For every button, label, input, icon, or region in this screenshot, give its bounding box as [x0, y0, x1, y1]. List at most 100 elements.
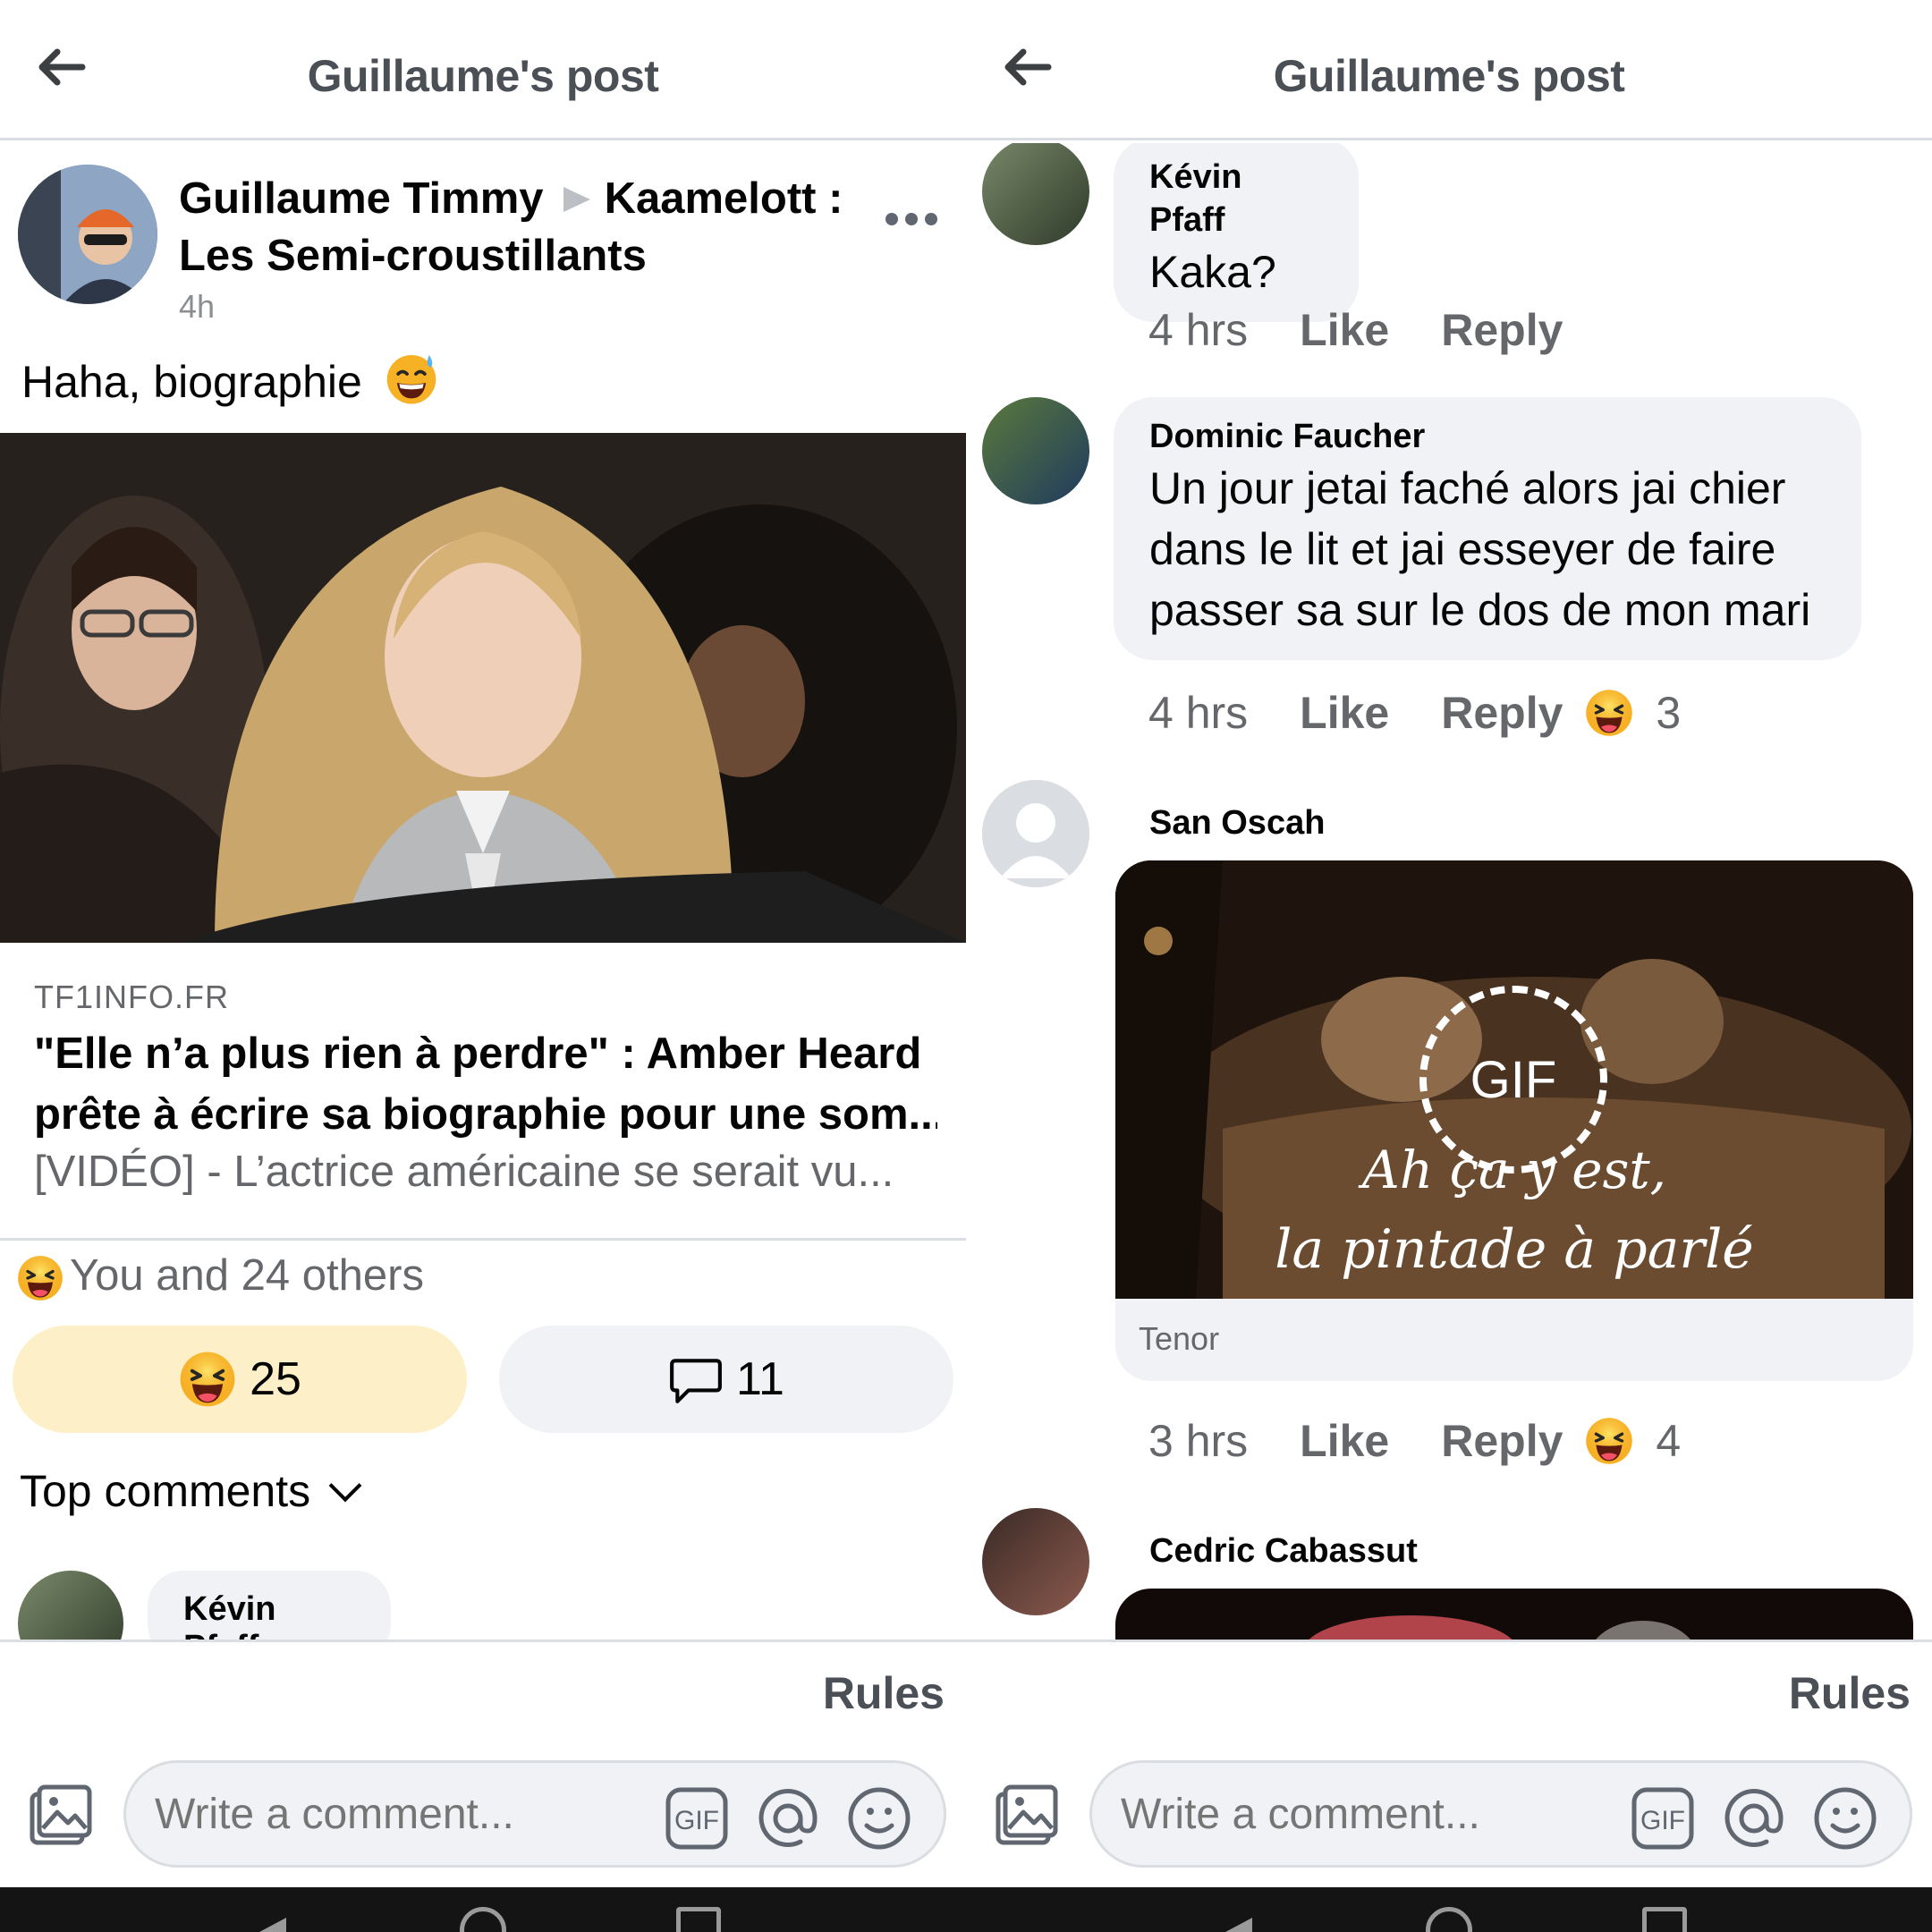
link-title-line-2[interactable]: prête à écrire sa biographie pour une so… [34, 1084, 937, 1145]
link-description[interactable]: [VIDÉO] - L’actrice américaine se serait… [34, 1147, 937, 1197]
mention-icon[interactable] [1720, 1784, 1788, 1852]
comment-reactions[interactable]: 4 [1584, 1415, 1681, 1467]
emoji-icon[interactable] [1811, 1784, 1879, 1852]
gif-source[interactable]: Tenor [1115, 1299, 1913, 1381]
post-text: Haha, biographie [21, 351, 445, 408]
commenter-name[interactable]: Cedric Cabassut [1149, 1530, 1418, 1572]
recents-nav-icon[interactable] [1642, 1907, 1687, 1932]
gif-image[interactable]: GIF Ah ça y est, la pintade à parlé [1115, 860, 1913, 1299]
photo-icon[interactable] [991, 1782, 1059, 1850]
reply-button[interactable]: Reply [1441, 1415, 1563, 1467]
like-button[interactable]: Like [1300, 304, 1389, 356]
link-domain[interactable]: TF1INFO.FR [34, 979, 229, 1016]
comments-scroll-area[interactable]: Kévin Pfaff Kaka? 4 hrs Like Reply Domin… [966, 143, 1932, 1640]
divider [0, 1238, 966, 1241]
author-name[interactable]: Guillaume Timmy [179, 174, 544, 223]
page-title: Guillaume's post [1273, 51, 1625, 101]
gif-caption: la pintade à parlé [1275, 1218, 1754, 1281]
comment-composer: Rules GIF [966, 1640, 1932, 1887]
home-nav-icon[interactable] [460, 1907, 506, 1932]
reaction-count: 25 [250, 1353, 301, 1405]
left-post-screen: Guillaume's post Guillaume Timmy Kaamelot… [0, 0, 966, 1887]
comment-time[interactable]: 4 hrs [1148, 304, 1248, 356]
like-button[interactable]: Like [1300, 1415, 1389, 1467]
reaction-button[interactable]: 25 [13, 1326, 467, 1433]
gif-icon[interactable]: GIF [663, 1784, 731, 1852]
rules-link[interactable]: Rules [823, 1667, 945, 1719]
top-comments-dropdown[interactable]: Top comments [20, 1465, 362, 1517]
gif-attachment[interactable] [1115, 1589, 1913, 1640]
commenter-name[interactable]: San Oscah [1149, 801, 1325, 844]
comment-bubble-icon [670, 1359, 722, 1403]
mention-icon[interactable] [754, 1784, 822, 1852]
gif-caption: Ah ça y est, [1361, 1140, 1667, 1200]
comment-reactions[interactable]: 3 [1584, 687, 1681, 739]
comment-input[interactable] [155, 1790, 602, 1839]
post-header-bar: Guillaume's post [966, 0, 1932, 140]
laugh-emoji-icon [1584, 1416, 1634, 1466]
post-timestamp[interactable]: 4h [179, 288, 215, 326]
comment-actions: 4 hrs Like Reply 3 [1148, 687, 1681, 739]
link-preview-image[interactable] [0, 433, 966, 943]
comment-field[interactable]: GIF [1089, 1760, 1912, 1868]
link-title-line-1[interactable]: "Elle n’a plus rien à perdre" : Amber He… [34, 1023, 937, 1084]
reply-button[interactable]: Reply [1441, 687, 1563, 739]
comment-text-line: dans le lit et jai esseyer de faire [1149, 524, 1776, 574]
commenter-avatar[interactable] [18, 1571, 123, 1640]
gif-icon[interactable]: GIF [1629, 1784, 1697, 1852]
author-avatar[interactable] [18, 165, 157, 304]
comment-time[interactable]: 3 hrs [1148, 1415, 1248, 1467]
gif-badge[interactable]: GIF [1419, 1050, 1607, 1110]
commenter-avatar[interactable] [982, 1508, 1089, 1615]
svg-text:GIF: GIF [674, 1806, 719, 1835]
commenter-avatar[interactable] [982, 143, 1089, 245]
comment-field[interactable]: GIF [123, 1760, 946, 1868]
photo-icon[interactable] [25, 1782, 93, 1850]
like-button[interactable]: Like [1300, 687, 1389, 739]
laugh-emoji-icon [178, 1350, 237, 1409]
comment-text: Kaka? [1149, 247, 1276, 297]
commenter-name[interactable]: Dominic Faucher [1149, 415, 1826, 458]
more-options-icon[interactable] [886, 213, 948, 240]
reaction-summary-text[interactable]: You and 24 others [70, 1251, 424, 1300]
post-scroll-area[interactable]: Guillaume Timmy Kaamelott : Les Semi-crou… [0, 143, 966, 1640]
reaction-count: 3 [1656, 688, 1682, 738]
commenter-avatar[interactable] [982, 780, 1089, 887]
comment-text-line: passer sa sur le dos de mon mari [1149, 585, 1811, 635]
chevron-down-icon[interactable] [328, 1469, 362, 1503]
comment-composer: Rules GIF [0, 1640, 966, 1887]
reaction-count: 4 [1656, 1416, 1682, 1466]
post-body: Haha, biographie [21, 357, 362, 407]
post-header-bar: Guillaume's post [0, 0, 966, 140]
reaction-summary[interactable]: You and 24 others [16, 1250, 424, 1302]
emoji-icon[interactable] [845, 1784, 913, 1852]
comment-bubble[interactable]: Dominic Faucher Un jour jetai faché alor… [1114, 397, 1861, 660]
recents-nav-icon[interactable] [676, 1907, 721, 1932]
comment-text-line: Un jour jetai faché alors jai chier [1149, 463, 1786, 513]
reply-button[interactable]: Reply [1441, 304, 1563, 356]
page-title: Guillaume's post [307, 51, 659, 101]
gif-attachment[interactable]: GIF Ah ça y est, la pintade à parlé Teno… [1115, 860, 1913, 1381]
commenter-name[interactable]: Kévin Pfaff [1149, 156, 1323, 242]
link-title[interactable]: "Elle n’a plus rien à perdre" : Amber He… [34, 1023, 937, 1145]
comment-bubble[interactable]: Kévin Pfaff Kaka? [1114, 143, 1359, 322]
right-comments-screen: Guillaume's post Kévin Pfaff Kaka? 4 hrs… [966, 0, 1932, 1887]
home-nav-icon[interactable] [1426, 1907, 1472, 1932]
commenter-avatar[interactable] [982, 397, 1089, 504]
rules-link[interactable]: Rules [1789, 1667, 1911, 1719]
grinning-sweat-emoji-icon [386, 354, 436, 404]
commenter-name[interactable]: Kévin Pfaff [183, 1590, 275, 1640]
comment-input[interactable] [1121, 1790, 1568, 1839]
laugh-emoji-icon [16, 1254, 64, 1302]
comment-bubble[interactable]: Kévin Pfaff [148, 1571, 391, 1640]
back-nav-icon[interactable] [1225, 1918, 1252, 1932]
svg-text:GIF: GIF [1640, 1806, 1685, 1835]
comment-button[interactable]: 11 [499, 1326, 953, 1433]
share-arrow-icon [563, 187, 590, 213]
back-nav-icon[interactable] [259, 1918, 286, 1932]
comment-actions: 4 hrs Like Reply [1148, 304, 1563, 356]
top-comments-label[interactable]: Top comments [20, 1466, 310, 1516]
comment-count: 11 [736, 1353, 784, 1405]
comment-time[interactable]: 4 hrs [1148, 687, 1248, 739]
post-author-line[interactable]: Guillaume Timmy Kaamelott : Les Semi-crou… [179, 170, 877, 284]
